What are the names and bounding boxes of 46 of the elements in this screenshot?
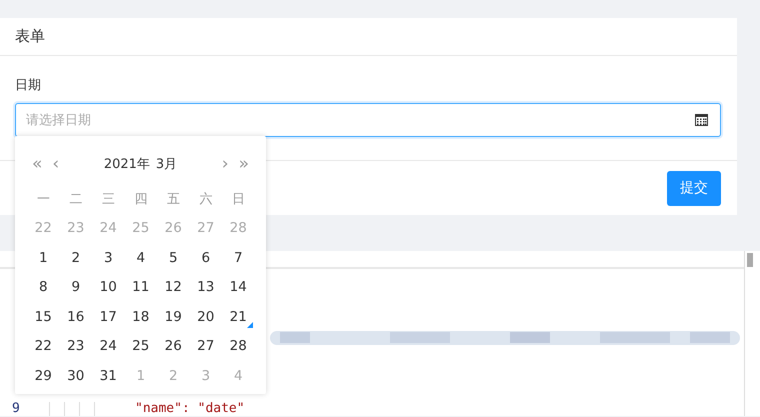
weekday-label: 四 xyxy=(134,190,148,208)
day-cell[interactable]: 11 xyxy=(126,276,156,298)
day-cell[interactable]: 5 xyxy=(162,246,184,269)
day-cell[interactable]: 2 xyxy=(65,246,86,269)
day-cell[interactable]: 19 xyxy=(158,306,188,328)
day-cell[interactable]: 28 xyxy=(224,335,253,358)
day-cell[interactable]: 16 xyxy=(61,306,90,328)
day-cell[interactable]: 7 xyxy=(228,246,249,269)
day-cell[interactable]: 26 xyxy=(158,335,188,358)
card-title: 表单 xyxy=(15,27,45,46)
month-label[interactable]: 3月 xyxy=(156,155,178,173)
day-cell[interactable]: 1 xyxy=(32,246,54,269)
day-cell[interactable]: 21 xyxy=(224,306,253,328)
weekday-label: 日 xyxy=(232,190,245,208)
day-cell[interactable]: 3 xyxy=(98,246,119,269)
weekday-label: 二 xyxy=(69,190,82,208)
day-cell[interactable]: 30 xyxy=(61,364,90,387)
code-line: "name": "date" xyxy=(134,402,245,416)
day-cell[interactable]: 17 xyxy=(94,306,123,328)
day-cell[interactable]: 13 xyxy=(191,276,220,298)
day-cell[interactable]: 6 xyxy=(195,246,216,269)
day-cell[interactable]: 25 xyxy=(126,335,156,358)
year-label[interactable]: 2021年 xyxy=(104,155,150,173)
day-cell[interactable]: 22 xyxy=(28,335,58,358)
day-cell[interactable]: 15 xyxy=(28,306,58,328)
field-label: 日期 xyxy=(15,77,41,94)
weekday-label: 一 xyxy=(36,190,50,208)
day-cell[interactable]: 10 xyxy=(94,276,123,298)
line-number: 9 xyxy=(0,402,50,416)
day-cell[interactable]: 31 xyxy=(94,364,123,387)
calendar-icon xyxy=(695,114,708,126)
day-cell[interactable]: 12 xyxy=(158,276,188,298)
day-cell[interactable]: 9 xyxy=(65,276,86,298)
weekday-label: 三 xyxy=(102,190,115,208)
weekday-label: 六 xyxy=(199,190,212,208)
day-cell[interactable]: 14 xyxy=(224,276,253,298)
day-cell[interactable]: 24 xyxy=(94,335,123,358)
day-cell[interactable]: 20 xyxy=(191,306,220,328)
day-cell[interactable]: 18 xyxy=(126,306,156,328)
day-cell[interactable]: 4 xyxy=(130,246,152,269)
day-cell[interactable]: 29 xyxy=(28,364,58,387)
day-cell[interactable]: 8 xyxy=(32,276,54,298)
day-cell[interactable]: 27 xyxy=(191,335,220,358)
date-field[interactable]: 请选择日期 xyxy=(15,103,721,137)
day-cell[interactable]: 23 xyxy=(61,335,90,358)
weekday-label: 五 xyxy=(166,190,180,208)
